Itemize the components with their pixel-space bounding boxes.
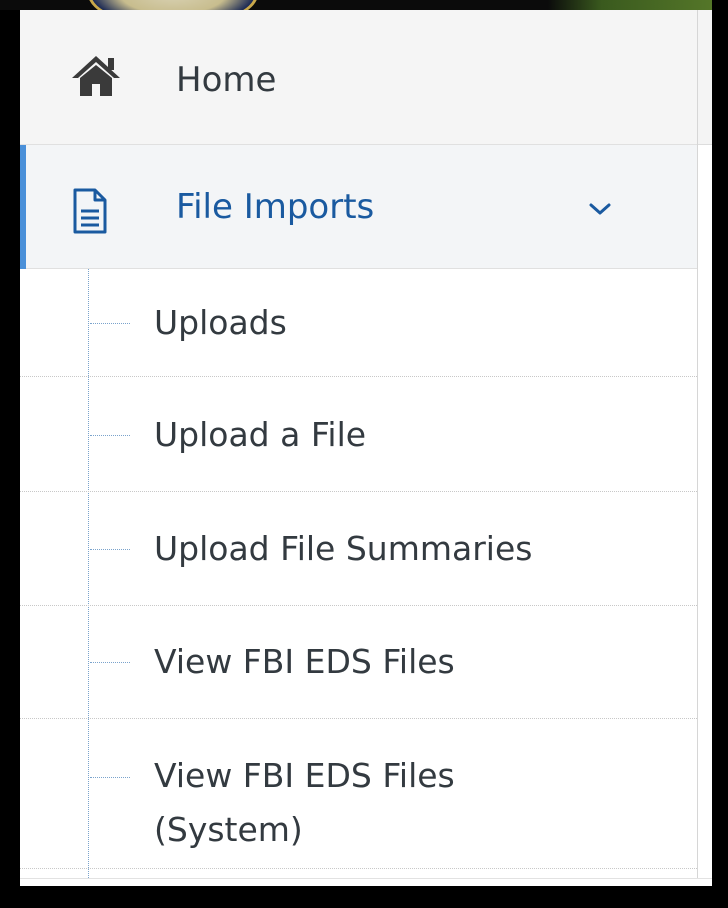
- submenu-item-label: Uploads: [154, 303, 287, 342]
- submenu-item-label: Upload a File: [154, 415, 367, 454]
- submenu-item-upload-a-file[interactable]: Upload a File: [20, 377, 697, 492]
- window-border-right: [712, 0, 728, 908]
- active-indicator: [20, 145, 26, 269]
- file-imports-submenu: Uploads Upload a File Upload File Summar…: [20, 269, 697, 878]
- submenu-item-label: View FBI EDS Files: [154, 642, 455, 681]
- sidebar-nav: Home File Imports Uploads Upload a File …: [20, 10, 698, 878]
- home-icon: [70, 54, 122, 98]
- main-content-header-edge: [698, 10, 712, 145]
- sidebar-item-label: Home: [176, 60, 277, 100]
- chevron-down-icon[interactable]: [588, 201, 612, 217]
- tree-branch: [90, 549, 130, 550]
- tree-branch: [90, 435, 130, 436]
- sidebar-item-file-imports[interactable]: File Imports: [20, 145, 697, 269]
- file-text-icon: [72, 187, 108, 235]
- submenu-item-uploads[interactable]: Uploads: [20, 269, 697, 377]
- submenu-item-view-fbi-eds-files-system[interactable]: View FBI EDS Files (System): [20, 719, 697, 869]
- sidebar-item-label: File Imports: [176, 187, 375, 227]
- top-header-strip: [0, 0, 728, 10]
- submenu-item-label: View FBI EDS Files (System): [154, 756, 455, 849]
- seal-logo: [88, 0, 258, 10]
- header-banner-edge: [548, 0, 728, 10]
- submenu-item-upload-file-summaries[interactable]: Upload File Summaries: [20, 492, 697, 606]
- sidebar-item-home[interactable]: Home: [20, 10, 697, 145]
- sidebar-bottom-edge: [20, 878, 712, 886]
- tree-branch: [90, 323, 130, 324]
- tree-branch: [90, 662, 130, 663]
- tree-branch: [90, 777, 130, 778]
- submenu-item-label: Upload File Summaries: [154, 529, 533, 568]
- submenu-item-view-fbi-eds-files[interactable]: View FBI EDS Files: [20, 606, 697, 719]
- app-window: Home File Imports Uploads Upload a File …: [0, 0, 728, 908]
